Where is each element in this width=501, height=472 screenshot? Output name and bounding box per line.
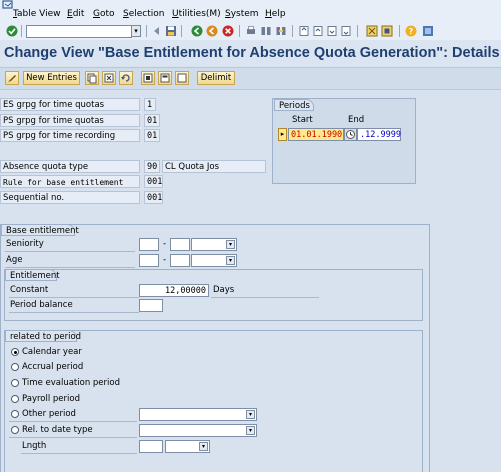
constant-field[interactable]: 12,00000 bbox=[139, 284, 209, 297]
age-from-field[interactable] bbox=[139, 254, 159, 267]
shortcut-icon[interactable] bbox=[381, 25, 393, 37]
radio-time-evaluation-period[interactable] bbox=[11, 379, 19, 387]
layout-menu-icon[interactable] bbox=[422, 25, 434, 37]
delimit-button[interactable]: Delimit bbox=[197, 71, 235, 85]
select-all-icon[interactable] bbox=[141, 71, 155, 85]
seniority-unit-dropdown-icon[interactable]: ▾ bbox=[226, 240, 235, 249]
delete-icon[interactable] bbox=[102, 71, 116, 85]
menu-system[interactable]: System bbox=[225, 9, 259, 19]
copy-icon[interactable] bbox=[85, 71, 99, 85]
absence-quota-type-text: CL Quota Jos bbox=[162, 160, 266, 173]
time-evaluation-period-label: Time evaluation period bbox=[22, 378, 120, 388]
rule-label: Rule for base entitlement bbox=[0, 175, 140, 188]
constant-unit: Days bbox=[213, 285, 235, 295]
previous-page-icon[interactable] bbox=[312, 25, 324, 37]
first-page-icon[interactable] bbox=[298, 25, 310, 37]
sequential-label: Sequential no. bbox=[0, 191, 140, 204]
radio-other-period[interactable] bbox=[11, 410, 19, 418]
find-icon[interactable] bbox=[260, 25, 272, 37]
menu-bar: Table View Edit Goto Selection Utilities… bbox=[0, 0, 501, 23]
age-label: Age bbox=[6, 255, 23, 265]
new-entries-button[interactable]: New Entries bbox=[23, 71, 80, 85]
rel-to-date-type-field[interactable] bbox=[139, 424, 257, 437]
rel-to-date-type-label: Rel. to date type bbox=[22, 425, 93, 435]
other-period-field[interactable] bbox=[139, 408, 257, 421]
lngth-label: Lngth bbox=[22, 441, 47, 451]
end-date-field[interactable]: .12.9999 bbox=[357, 128, 401, 141]
menu-utilities[interactable]: Utilities(M) bbox=[172, 9, 221, 19]
period-balance-field[interactable] bbox=[139, 299, 163, 312]
age-dash: - bbox=[163, 255, 167, 265]
command-dropdown-icon[interactable]: ▾ bbox=[131, 25, 141, 37]
radio-rel-to-date-type[interactable] bbox=[11, 426, 19, 434]
ps-grpg-recording-label: PS grpg for time recording bbox=[0, 129, 140, 142]
cancel-icon[interactable] bbox=[222, 25, 234, 37]
es-grpg-label: ES grpg for time quotas bbox=[0, 98, 140, 111]
absence-quota-type-value: 90 bbox=[144, 160, 160, 173]
periods-start-label: Start bbox=[292, 115, 313, 125]
entitlement-title: Entitlement bbox=[5, 269, 60, 281]
previous-icon[interactable] bbox=[151, 25, 163, 37]
other-period-dropdown-icon[interactable]: ▾ bbox=[246, 410, 255, 419]
calendar-year-label: Calendar year bbox=[22, 347, 82, 357]
undo-icon[interactable] bbox=[119, 71, 133, 85]
period-balance-label: Period balance bbox=[10, 300, 73, 310]
seniority-from-field[interactable] bbox=[139, 238, 159, 251]
exit-icon[interactable] bbox=[206, 25, 218, 37]
ps-grpg-quotas-value: 01 bbox=[144, 114, 160, 127]
lngth-unit-dropdown-icon[interactable]: ▾ bbox=[199, 442, 208, 451]
ps-grpg-quotas-label: PS grpg for time quotas bbox=[0, 114, 140, 127]
es-grpg-value: 1 bbox=[144, 98, 156, 111]
menu-goto[interactable]: Goto bbox=[93, 9, 115, 19]
back-icon[interactable] bbox=[191, 25, 203, 37]
row-selector[interactable]: ▸ bbox=[278, 128, 287, 141]
other-period-label: Other period bbox=[22, 409, 76, 419]
rel-to-date-type-dropdown-icon[interactable]: ▾ bbox=[246, 426, 255, 435]
periods-end-label: End bbox=[348, 115, 365, 125]
help-icon[interactable]: ? bbox=[405, 25, 417, 37]
svg-text:?: ? bbox=[409, 27, 414, 36]
age-unit-dropdown-icon[interactable]: ▾ bbox=[226, 256, 235, 265]
payroll-period-label: Payroll period bbox=[22, 394, 80, 404]
accrual-period-label: Accrual period bbox=[22, 362, 84, 372]
calendar-icon[interactable] bbox=[344, 128, 357, 141]
last-page-icon[interactable] bbox=[340, 25, 352, 37]
seniority-label: Seniority bbox=[6, 239, 44, 249]
menu-selection[interactable]: Selection bbox=[123, 9, 164, 19]
application-toolbar: New Entries Delimit bbox=[0, 67, 501, 90]
new-session-icon[interactable] bbox=[366, 25, 378, 37]
rule-value: 001 bbox=[144, 175, 163, 188]
save-icon[interactable] bbox=[165, 25, 177, 37]
next-page-icon[interactable] bbox=[326, 25, 338, 37]
print-icon[interactable] bbox=[245, 25, 257, 37]
seniority-to-field[interactable] bbox=[170, 238, 190, 251]
standard-toolbar: ▾ ? bbox=[0, 22, 501, 41]
base-entitlement-title: Base entitlement bbox=[1, 224, 79, 236]
display-change-icon[interactable] bbox=[5, 71, 19, 85]
command-field[interactable] bbox=[26, 25, 132, 38]
ps-grpg-recording-value: 01 bbox=[144, 129, 160, 142]
constant-label: Constant bbox=[10, 285, 49, 295]
radio-accrual-period[interactable] bbox=[11, 363, 19, 371]
window-icon[interactable] bbox=[2, 0, 14, 9]
seniority-dash: - bbox=[163, 239, 167, 249]
menu-table-view[interactable]: Table View bbox=[13, 9, 61, 19]
start-date-field[interactable]: 01.01.1990 bbox=[288, 128, 344, 141]
deselect-all-icon[interactable] bbox=[175, 71, 189, 85]
lngth-field[interactable] bbox=[139, 440, 163, 453]
sequential-value: 001 bbox=[144, 191, 163, 204]
age-to-field[interactable] bbox=[170, 254, 190, 267]
related-to-period-title: related to period bbox=[5, 330, 81, 342]
menu-edit[interactable]: Edit bbox=[67, 9, 84, 19]
radio-payroll-period[interactable] bbox=[11, 395, 19, 403]
periods-title: Periods bbox=[274, 99, 314, 111]
enter-icon[interactable] bbox=[6, 25, 18, 37]
radio-calendar-year[interactable] bbox=[11, 348, 19, 356]
absence-quota-type-label: Absence quota type bbox=[0, 160, 140, 173]
find-next-icon[interactable] bbox=[275, 25, 287, 37]
menu-help[interactable]: Help bbox=[265, 9, 286, 19]
page-title: Change View "Base Entitlement for Absenc… bbox=[4, 45, 500, 61]
select-block-icon[interactable] bbox=[158, 71, 172, 85]
